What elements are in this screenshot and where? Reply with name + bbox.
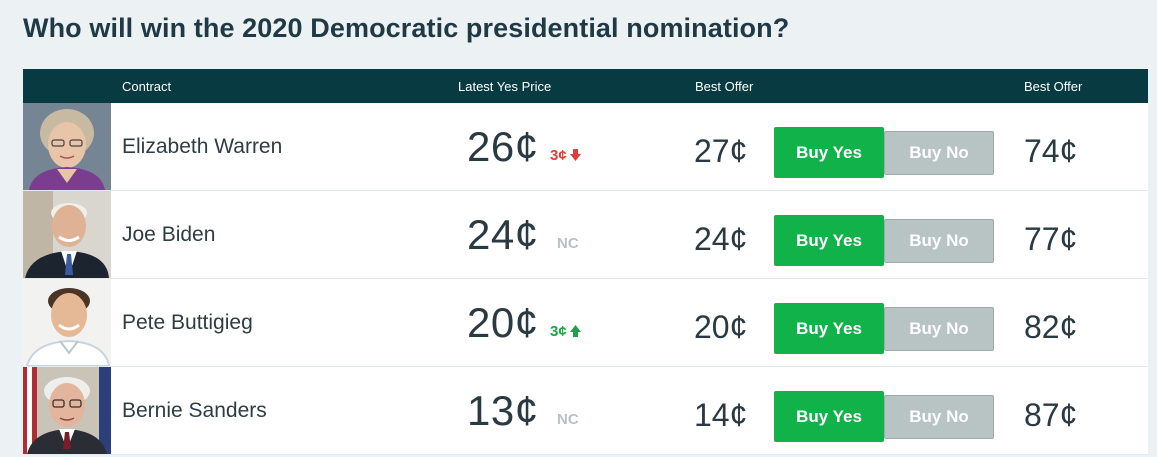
price-change: 3¢ — [550, 147, 581, 164]
latest-yes-price: 13¢ — [467, 387, 539, 434]
table-row: Elizabeth Warren 26¢ 3¢ 27¢ Buy Yes Buy … — [23, 103, 1148, 191]
price-change-value: 3¢ — [550, 147, 567, 164]
contract-name: Pete Buttigieg — [122, 311, 253, 334]
best-offer-no: 74¢ — [1024, 133, 1078, 169]
column-header-best-offer-no: Best Offer — [1024, 79, 1083, 94]
price-change-value: 3¢ — [550, 323, 567, 340]
latest-yes-price: 24¢ — [467, 211, 539, 258]
avatar — [23, 279, 111, 366]
table-header: Contract Latest Yes Price Best Offer Bes… — [23, 69, 1148, 103]
buy-yes-button[interactable]: Buy Yes — [774, 215, 884, 266]
page-title: Who will win the 2020 Democratic preside… — [23, 13, 790, 43]
column-header-best-offer-yes: Best Offer — [695, 79, 754, 94]
arrow-down-icon — [569, 149, 581, 161]
contract-name: Elizabeth Warren — [122, 135, 283, 158]
latest-yes-price: 20¢ — [467, 299, 539, 346]
price-change-value: NC — [557, 235, 579, 252]
best-offer-yes: 24¢ — [694, 221, 748, 257]
avatar — [23, 367, 111, 454]
buy-yes-button[interactable]: Buy Yes — [774, 391, 884, 442]
buy-no-button[interactable]: Buy No — [884, 307, 994, 351]
best-offer-yes: 14¢ — [694, 397, 748, 433]
buy-no-button[interactable]: Buy No — [884, 131, 994, 175]
price-change: NC — [557, 235, 579, 252]
table-row: Pete Buttigieg 20¢ 3¢ 20¢ Buy Yes Buy No… — [23, 279, 1148, 367]
best-offer-no: 77¢ — [1024, 221, 1078, 257]
best-offer-yes: 27¢ — [694, 133, 748, 169]
buy-no-button[interactable]: Buy No — [884, 395, 994, 439]
latest-yes-price: 26¢ — [467, 123, 539, 170]
price-change-value: NC — [557, 411, 579, 428]
table-row: Bernie Sanders 13¢ NC 14¢ Buy Yes Buy No… — [23, 367, 1148, 455]
arrow-up-icon — [569, 325, 581, 337]
contract-name: Bernie Sanders — [122, 399, 267, 422]
column-header-latest-yes-price: Latest Yes Price — [458, 79, 552, 94]
avatar — [23, 103, 111, 190]
best-offer-no: 82¢ — [1024, 309, 1078, 345]
table-row: Joe Biden 24¢ NC 24¢ Buy Yes Buy No 77¢ — [23, 191, 1148, 279]
column-header-contract: Contract — [122, 79, 172, 94]
contracts-table: Contract Latest Yes Price Best Offer Bes… — [23, 69, 1148, 455]
best-offer-no: 87¢ — [1024, 397, 1078, 433]
avatar — [23, 191, 111, 278]
buy-no-button[interactable]: Buy No — [884, 219, 994, 263]
contract-name: Joe Biden — [122, 223, 216, 246]
best-offer-yes: 20¢ — [694, 309, 748, 345]
price-change: NC — [557, 411, 579, 428]
buy-yes-button[interactable]: Buy Yes — [774, 303, 884, 354]
price-change: 3¢ — [550, 323, 581, 340]
buy-yes-button[interactable]: Buy Yes — [774, 127, 884, 178]
